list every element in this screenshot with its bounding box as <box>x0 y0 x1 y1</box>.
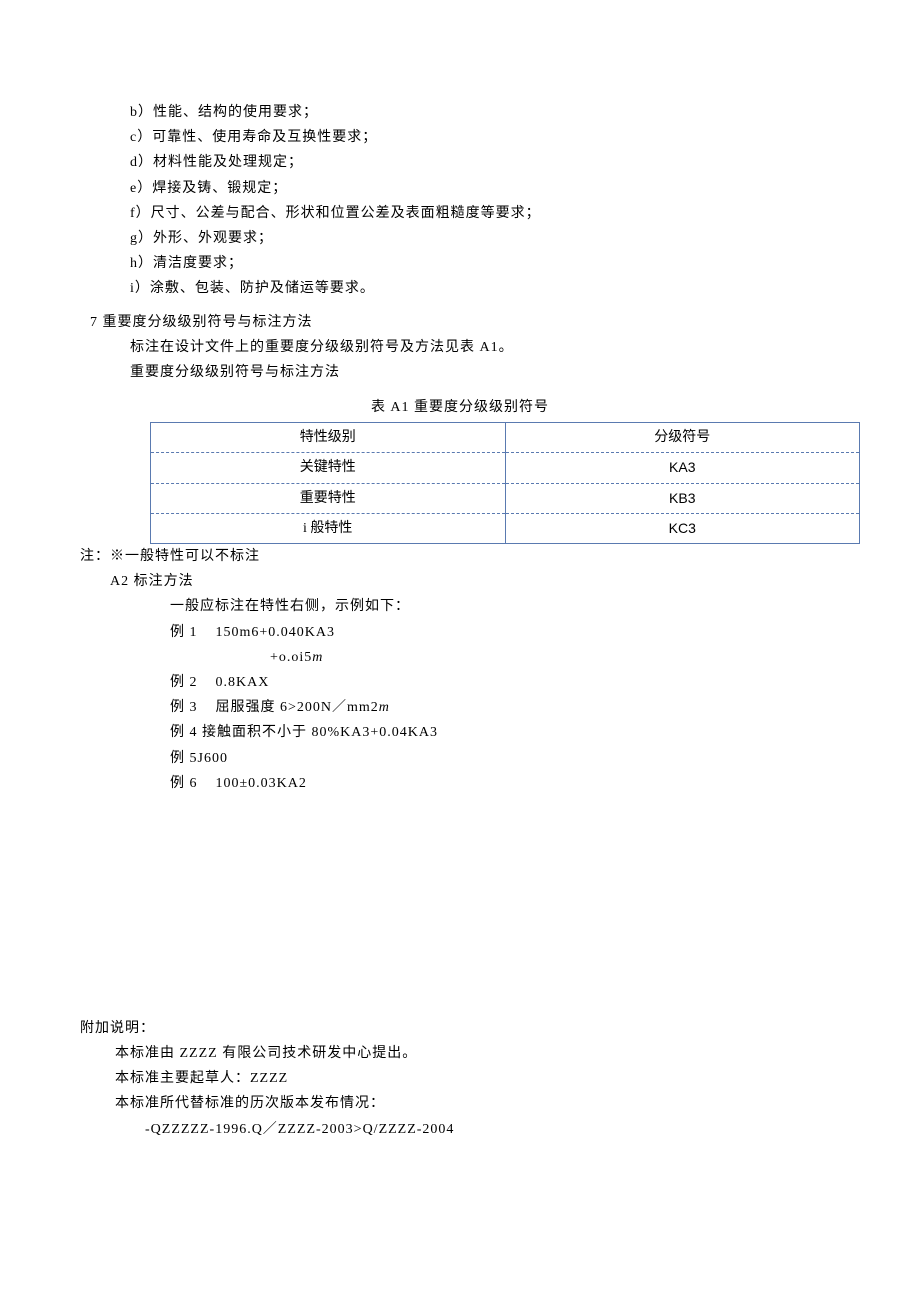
example-1-label: 例 1 <box>170 625 198 640</box>
example-6-value: 100±0.03KA2 <box>216 776 307 791</box>
table-note: 注：※一般特性可以不标注 <box>80 544 840 569</box>
example-2: 例 2 0.8KAX <box>170 670 840 695</box>
list-item-g: g）外形、外观要求； <box>130 226 840 251</box>
example-1-value: 150m6+0.040KA3 <box>216 625 336 640</box>
list-item-d: d）材料性能及处理规定； <box>130 150 840 175</box>
list-item-i: i）涂敷、包装、防护及储运等要求。 <box>130 276 840 301</box>
a2-intro: 一般应标注在特性右侧，示例如下： <box>170 594 840 619</box>
table-cell-level: 关键特性 <box>151 453 506 483</box>
a2-title: A2 标注方法 <box>110 569 840 594</box>
list-item-b: b）性能、结构的使用要求； <box>130 100 840 125</box>
table-cell-symbol: KB3 <box>505 483 860 513</box>
list-item-h: h）清洁度要求； <box>130 251 840 276</box>
table-cell-symbol: KA3 <box>505 453 860 483</box>
example-3-value: 屈服强度 6>200N／mm2 <box>216 700 379 715</box>
example-1-sub-value: +o.oi5 <box>270 650 312 665</box>
example-3: 例 3 屈服强度 6>200N／mm2m <box>170 695 840 720</box>
appendix-p1: 本标准由 ZZZZ 有限公司技术研发中心提出。 <box>115 1041 840 1066</box>
example-1-sub: +o.oi5m <box>270 645 840 670</box>
appendix-title: 附加说明： <box>80 1016 840 1041</box>
section-7-title: 7 重要度分级级别符号与标注方法 <box>90 310 840 335</box>
table-row: 关键特性 KA3 <box>151 453 860 483</box>
example-6: 例 6 100±0.03KA2 <box>170 771 840 796</box>
table-header-level: 特性级别 <box>151 423 506 453</box>
example-6-label: 例 6 <box>170 776 198 791</box>
appendix-p3: 本标准所代替标准的历次版本发布情况： <box>115 1091 840 1116</box>
example-1-sub-suffix: m <box>312 650 323 665</box>
example-4: 例 4 接触面积不小于 80%KA3+0.04KA3 <box>170 720 840 745</box>
example-1: 例 1 150m6+0.040KA3 <box>170 620 840 645</box>
table-header-symbol: 分级符号 <box>505 423 860 453</box>
section-7-p1: 标注在设计文件上的重要度分级级别符号及方法见表 A1。 <box>130 335 840 360</box>
example-2-label: 例 2 <box>170 675 198 690</box>
table-cell-level: i 般特性 <box>151 513 506 543</box>
example-5: 例 5J600 <box>170 746 840 771</box>
appendix-p2: 本标准主要起草人：ZZZZ <box>115 1066 840 1091</box>
appendix-p4: -QZZZZZ-1996.Q／ZZZZ-2003>Q/ZZZZ-2004 <box>145 1117 840 1142</box>
grade-table: 特性级别 分级符号 关键特性 KA3 重要特性 KB3 i 般特性 KC3 <box>150 422 860 544</box>
example-2-value: 0.8KAX <box>216 675 270 690</box>
table-row: i 般特性 KC3 <box>151 513 860 543</box>
list-item-f: f）尺寸、公差与配合、形状和位置公差及表面粗糙度等要求； <box>130 201 840 226</box>
list-item-c: c）可靠性、使用寿命及互换性要求； <box>130 125 840 150</box>
example-3-label: 例 3 <box>170 700 198 715</box>
table-row: 重要特性 KB3 <box>151 483 860 513</box>
appendix-section: 附加说明： 本标准由 ZZZZ 有限公司技术研发中心提出。 本标准主要起草人：Z… <box>80 1016 840 1142</box>
table-cell-level: 重要特性 <box>151 483 506 513</box>
table-cell-symbol: KC3 <box>505 513 860 543</box>
table-caption: 表 A1 重要度分级级别符号 <box>80 395 840 420</box>
list-item-e: e）焊接及铸、锻规定； <box>130 176 840 201</box>
table-header-row: 特性级别 分级符号 <box>151 423 860 453</box>
example-3-suffix: m <box>379 700 390 715</box>
section-7-p2: 重要度分级级别符号与标注方法 <box>130 360 840 385</box>
